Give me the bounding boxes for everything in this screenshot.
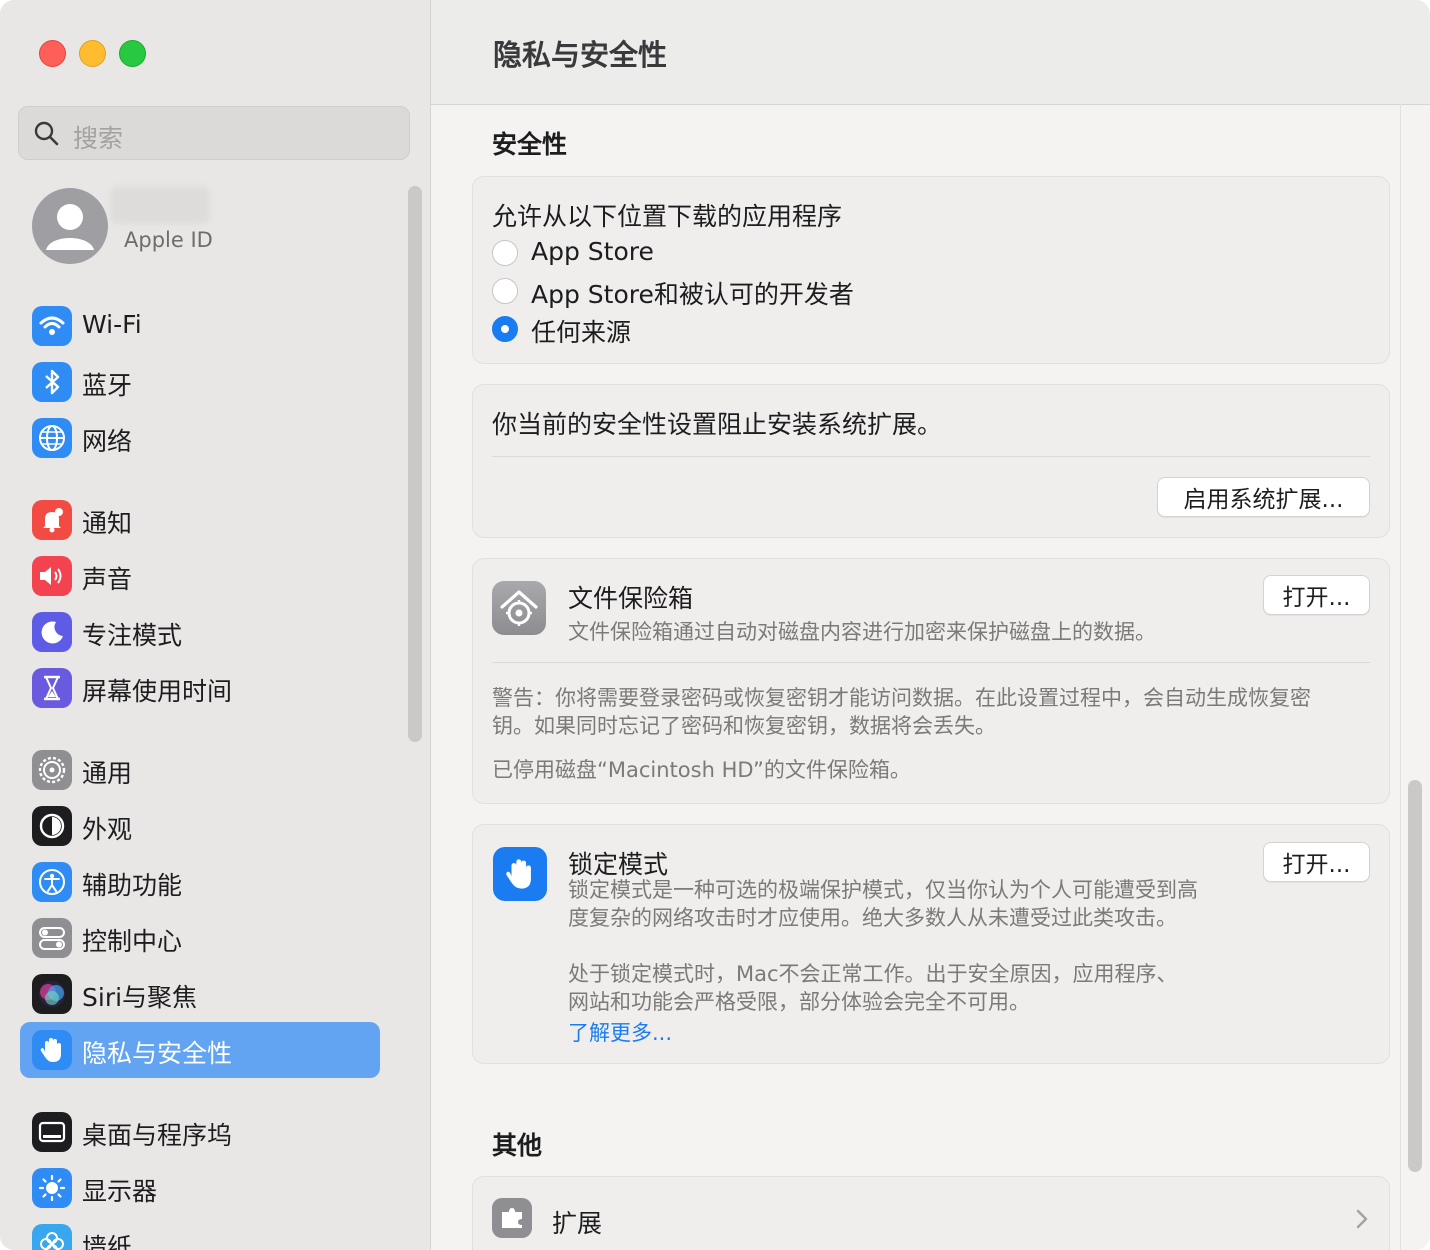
sidebar-item-bluetooth[interactable]: 蓝牙: [20, 354, 380, 410]
sidebar-item-notifications[interactable]: 通知: [20, 492, 380, 548]
radio-label: App Store和被认可的开发者: [531, 280, 854, 309]
appearance-icon: [32, 806, 72, 846]
sun-icon: [32, 1168, 72, 1208]
filevault-icon: [492, 581, 546, 635]
radio-app-store[interactable]: [492, 240, 518, 266]
extensions-icon: [492, 1198, 532, 1238]
search-placeholder: 搜索: [73, 124, 124, 153]
speaker-icon: [32, 556, 72, 596]
sidebar: 搜索 Apple ID Wi-Fi 蓝牙 网络 通知 声音 专注模式 屏幕使用时…: [0, 0, 431, 1250]
sidebar-item-privacy-security[interactable]: 隐私与安全性: [20, 1022, 380, 1078]
dock-icon: [32, 1112, 72, 1152]
close-window-button[interactable]: [39, 40, 66, 67]
globe-icon: [32, 418, 72, 458]
other-section-title: 其他: [492, 1131, 543, 1160]
lockdown-description-line-3: 处于锁定模式时，Mac不会正常工作。出于安全原因，应用程序、: [568, 962, 1178, 986]
sidebar-item-label: Siri与聚焦: [82, 983, 198, 1012]
lockdown-description-line-2: 度复杂的网络攻击时才应使用。绝大多数人从未遭受过此类攻击。: [568, 906, 1177, 930]
moon-icon: [32, 612, 72, 652]
divider: [492, 456, 1370, 457]
sidebar-item-desktop-dock[interactable]: 桌面与程序坞: [20, 1104, 380, 1160]
learn-more-link[interactable]: 了解更多...: [568, 1017, 672, 1047]
toggles-icon: [32, 918, 72, 958]
radio-anywhere[interactable]: [492, 316, 518, 342]
filevault-turn-on-button[interactable]: 打开...: [1263, 575, 1370, 615]
sidebar-item-label: 屏幕使用时间: [82, 677, 233, 706]
sidebar-item-wifi[interactable]: Wi-Fi: [20, 298, 380, 354]
sidebar-item-label: 桌面与程序坞: [82, 1121, 233, 1150]
person-icon: [46, 204, 94, 250]
extensions-label: 扩展: [552, 1209, 603, 1238]
divider: [492, 662, 1370, 663]
sidebar-item-label: 通用: [82, 759, 133, 788]
filevault-title: 文件保险箱: [568, 584, 694, 613]
filevault-warning-line-2: 钥。如果同时忘记了密码和恢复密钥，数据将会丢失。: [492, 714, 996, 738]
zoom-window-button[interactable]: [119, 40, 146, 67]
sidebar-item-label: 专注模式: [82, 621, 183, 650]
sidebar-item-label: 蓝牙: [82, 371, 133, 400]
downloads-title: 允许从以下位置下载的应用程序: [492, 202, 843, 231]
sidebar-item-label: 辅助功能: [82, 871, 183, 900]
bell-icon: [32, 500, 72, 540]
sidebar-item-sound[interactable]: 声音: [20, 548, 380, 604]
sidebar-item-siri[interactable]: Siri与聚焦: [20, 966, 380, 1022]
wifi-icon: [32, 306, 72, 346]
page-title: 隐私与安全性: [493, 38, 668, 72]
system-extensions-message: 你当前的安全性设置阻止安装系统扩展。: [492, 410, 943, 439]
lockdown-hand-icon: [493, 847, 547, 901]
minimize-window-button[interactable]: [79, 40, 106, 67]
radio-app-store-identified[interactable]: [492, 278, 518, 304]
extensions-row[interactable]: [472, 1176, 1390, 1250]
sidebar-item-appearance[interactable]: 外观: [20, 798, 380, 854]
lockdown-description-line-4: 网站和功能会严格受限，部分体验会完全不可用。: [568, 990, 1030, 1014]
gear-icon: [32, 750, 72, 790]
account-name-redacted: [110, 186, 210, 224]
sidebar-item-screen-time[interactable]: 屏幕使用时间: [20, 660, 380, 716]
apple-id-account[interactable]: Apple ID: [32, 186, 412, 266]
radio-label: 任何来源: [531, 318, 632, 347]
lockdown-description-line-1: 锁定模式是一种可选的极端保护模式，仅当你认为个人可能遭受到高: [568, 878, 1198, 902]
filevault-status: 已停用磁盘“Macintosh HD”的文件保险箱。: [492, 758, 911, 782]
sidebar-item-label: 声音: [82, 565, 133, 594]
toolbar: 隐私与安全性: [431, 0, 1430, 105]
accessibility-icon: [32, 862, 72, 902]
scroll-track: [1400, 104, 1401, 1250]
chevron-right-icon: [1356, 1209, 1368, 1229]
filevault-description: 文件保险箱通过自动对磁盘内容进行加密来保护磁盘上的数据。: [568, 620, 1156, 644]
bluetooth-icon: [32, 362, 72, 402]
enable-system-extensions-button[interactable]: 启用系统扩展...: [1157, 477, 1370, 517]
sidebar-item-control-center[interactable]: 控制中心: [20, 910, 380, 966]
flower-icon: [32, 1224, 72, 1250]
sidebar-item-label: 控制中心: [82, 927, 183, 956]
filevault-warning-line-1: 警告：你将需要登录密码或恢复密钥才能访问数据。在此设置过程中，会自动生成恢复密: [492, 686, 1311, 710]
sidebar-item-focus[interactable]: 专注模式: [20, 604, 380, 660]
siri-icon: [32, 974, 72, 1014]
sidebar-item-label: 通知: [82, 509, 133, 538]
sidebar-item-wallpaper[interactable]: 墙纸: [20, 1216, 380, 1250]
apple-id-label: Apple ID: [124, 228, 213, 252]
hourglass-icon: [32, 668, 72, 708]
security-section-title: 安全性: [492, 130, 568, 159]
lockdown-turn-on-button[interactable]: 打开...: [1263, 842, 1370, 882]
sidebar-item-general[interactable]: 通用: [20, 742, 380, 798]
search-field[interactable]: 搜索: [18, 106, 410, 160]
settings-window: 搜索 Apple ID Wi-Fi 蓝牙 网络 通知 声音 专注模式 屏幕使用时…: [0, 0, 1430, 1250]
sidebar-item-network[interactable]: 网络: [20, 410, 380, 466]
sidebar-item-displays[interactable]: 显示器: [20, 1160, 380, 1216]
radio-label: App Store: [531, 237, 654, 266]
sidebar-item-label: 外观: [82, 815, 133, 844]
avatar: [32, 188, 108, 264]
main-scrollbar[interactable]: [1408, 780, 1422, 1172]
sidebar-item-label: 墙纸: [82, 1233, 133, 1250]
sidebar-item-label: 显示器: [82, 1177, 158, 1206]
sidebar-item-accessibility[interactable]: 辅助功能: [20, 854, 380, 910]
sidebar-item-label: Wi-Fi: [82, 310, 142, 339]
sidebar-item-label: 网络: [82, 427, 133, 456]
search-icon: [34, 121, 59, 146]
sidebar-scrollbar[interactable]: [408, 186, 422, 742]
hand-icon: [32, 1030, 72, 1070]
sidebar-item-label: 隐私与安全性: [82, 1039, 233, 1068]
